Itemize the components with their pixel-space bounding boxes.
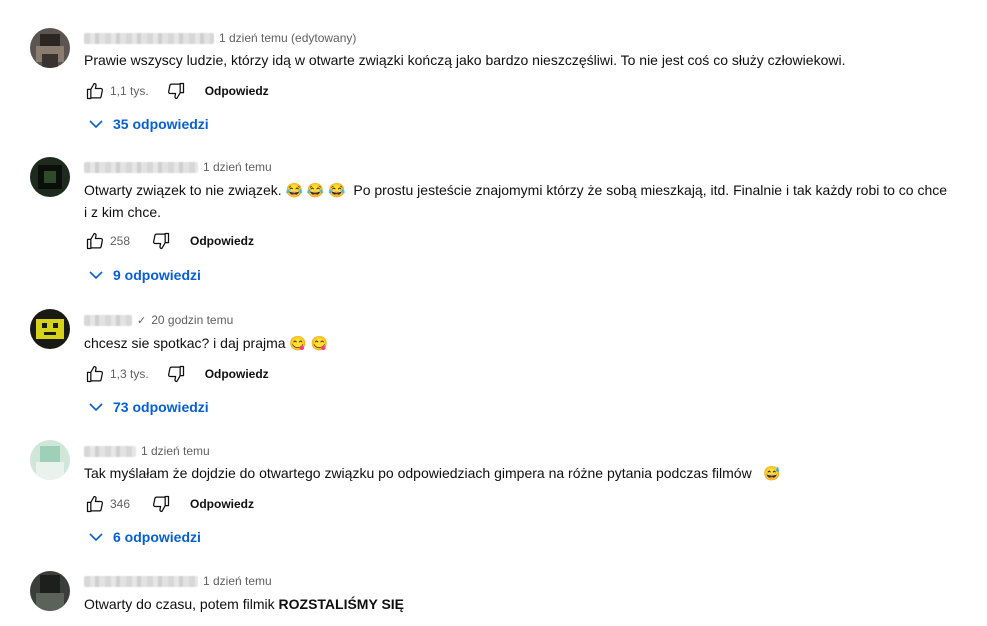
- author-name[interactable]: [84, 314, 132, 326]
- author-name[interactable]: [84, 161, 198, 173]
- comment-timestamp[interactable]: 1 dzień temu: [203, 574, 272, 588]
- thumb-down-icon: [167, 365, 184, 383]
- reply-button[interactable]: Odpowiedz: [190, 234, 254, 248]
- comment-text: Tak myślałam że dojdzie do otwartego zwi…: [84, 465, 781, 481]
- comment-text-plain: Otwarty do czasu, potem filmik: [84, 596, 279, 612]
- like-button[interactable]: [84, 230, 106, 252]
- comment-text: Otwarty do czasu, potem filmik ROZSTALIŚ…: [84, 593, 964, 615]
- thumb-up-icon: [86, 365, 103, 383]
- like-count: 346: [110, 497, 131, 511]
- chevron-down-icon: [89, 533, 103, 542]
- view-replies-button[interactable]: 9 odpowiedzi: [88, 264, 201, 286]
- chevron-down-icon: [89, 120, 103, 129]
- dislike-button[interactable]: [165, 363, 187, 385]
- comment-timestamp[interactable]: 1 dzień temu (edytowany): [219, 31, 356, 45]
- verified-check-icon: ✓: [137, 314, 147, 327]
- like-count: 1,1 tys.: [110, 84, 149, 98]
- reply-button[interactable]: Odpowiedz: [205, 367, 269, 381]
- avatar[interactable]: [30, 28, 70, 68]
- replies-count: 6 odpowiedzi: [113, 529, 201, 545]
- like-count: 1,3 tys.: [110, 367, 149, 381]
- like-button[interactable]: [84, 493, 106, 515]
- avatar[interactable]: [30, 157, 70, 197]
- like-button[interactable]: [84, 363, 106, 385]
- thumb-up-icon: [86, 495, 103, 513]
- author-name[interactable]: [84, 445, 136, 457]
- like-button[interactable]: [84, 80, 106, 102]
- thumb-down-icon: [153, 495, 170, 513]
- view-replies-button[interactable]: 35 odpowiedzi: [88, 113, 209, 135]
- avatar[interactable]: [30, 440, 70, 480]
- like-count: 258: [110, 234, 131, 248]
- dislike-button[interactable]: [150, 493, 172, 515]
- view-replies-button[interactable]: 6 odpowiedzi: [88, 526, 201, 548]
- chevron-down-icon: [89, 403, 103, 412]
- dislike-button[interactable]: [165, 80, 187, 102]
- comment-timestamp[interactable]: 1 dzień temu: [141, 444, 210, 458]
- comment-timestamp[interactable]: 20 godzin temu: [151, 313, 233, 327]
- replies-count: 35 odpowiedzi: [113, 116, 209, 132]
- view-replies-button[interactable]: 73 odpowiedzi: [88, 396, 209, 418]
- author-name[interactable]: [84, 32, 214, 44]
- replies-count: 9 odpowiedzi: [113, 267, 201, 283]
- comment-text: chcesz sie spotkac? i daj prajma 😋 😋: [84, 335, 329, 351]
- comment-text: Otwarty związek to nie związek. 😂 😂 😂 Po…: [84, 182, 951, 220]
- replies-count: 73 odpowiedzi: [113, 399, 209, 415]
- reply-button[interactable]: Odpowiedz: [190, 497, 254, 511]
- thumb-down-icon: [167, 82, 184, 100]
- comment-timestamp[interactable]: 1 dzień temu: [203, 160, 272, 174]
- avatar[interactable]: [30, 571, 70, 611]
- dislike-button[interactable]: [150, 230, 172, 252]
- thumb-up-icon: [86, 82, 103, 100]
- thumb-up-icon: [86, 232, 103, 250]
- thumb-down-icon: [153, 232, 170, 250]
- avatar[interactable]: [30, 309, 70, 349]
- chevron-down-icon: [89, 271, 103, 280]
- reply-button[interactable]: Odpowiedz: [205, 84, 269, 98]
- comment-text: Prawie wszyscy ludzie, którzy idą w otwa…: [84, 52, 846, 68]
- comment-text-bold: ROZSTALIŚMY SIĘ: [278, 596, 405, 612]
- author-name[interactable]: [84, 575, 198, 587]
